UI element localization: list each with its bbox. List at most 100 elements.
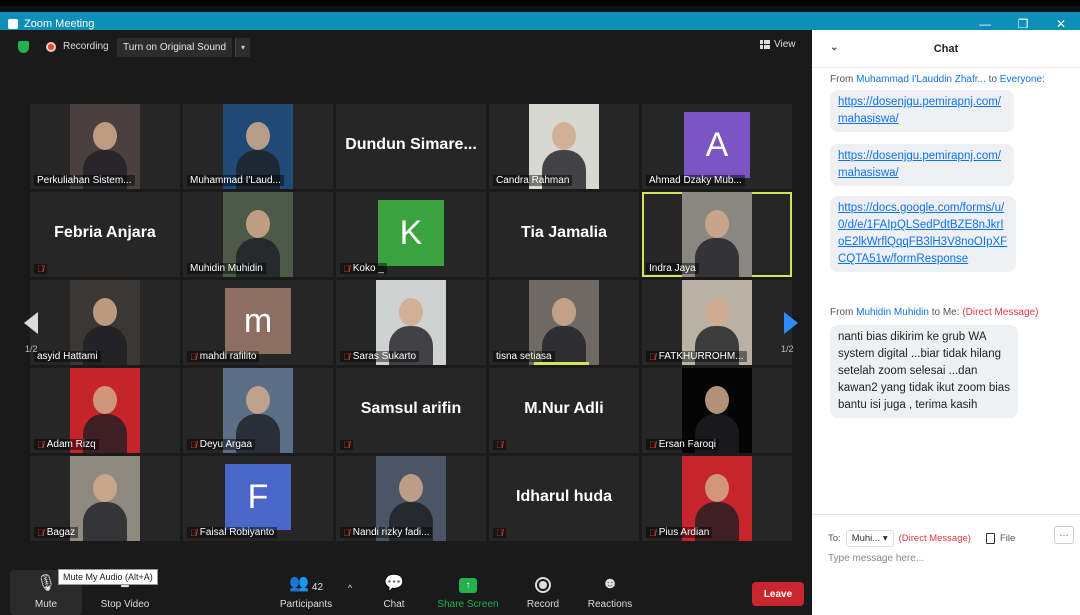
participant-name: mahdi rafilito	[199, 351, 257, 362]
participant-avatar: K	[378, 200, 444, 266]
meeting-area: Recording Turn on Original Sound ▾ View …	[0, 30, 812, 615]
participant-name-label: 🎙̸ Pius Ardian	[646, 527, 713, 538]
participant-name-label: 🎙̸ Adam Rizq	[34, 439, 99, 450]
participant-tile[interactable]: Perkuliahan Sistem...	[30, 104, 180, 189]
participant-name-label: Muhidin Muhidin	[187, 263, 266, 274]
record-icon	[535, 577, 551, 593]
participant-name-label: 🎙̸ Koko _	[340, 263, 387, 274]
participant-tile[interactable]: 🎙̸ Pius Ardian	[642, 456, 792, 541]
participants-icon: 👥 42	[288, 575, 324, 593]
participant-name: tisna setiasa	[496, 351, 552, 362]
person-silhouette	[93, 474, 117, 502]
recording-label: Recording	[63, 41, 109, 52]
recipient-select[interactable]: Muhi... ▾	[845, 530, 894, 547]
participant-tile[interactable]: Candra Rahman	[489, 104, 639, 189]
leave-button[interactable]: Leave	[752, 582, 804, 606]
participant-name: Indra Jaya	[649, 263, 696, 274]
participant-name-label: tisna setiasa	[493, 351, 555, 362]
participant-tile[interactable]: 🎙̸ Deyu Argaa	[183, 368, 333, 453]
participant-name: Bagaz	[46, 527, 76, 538]
participant-tile[interactable]: tisna setiasa	[489, 280, 639, 365]
participant-name: Koko _	[352, 263, 384, 274]
participant-name-label: Candra Rahman	[493, 175, 573, 186]
participant-tile[interactable]: 🎙̸ Bagaz	[30, 456, 180, 541]
person-silhouette	[705, 210, 729, 238]
message-link[interactable]: https://docs.google.com/forms/u/0/d/e/1F…	[838, 202, 1007, 265]
file-button[interactable]: File	[1000, 533, 1015, 544]
reactions-button[interactable]: ☻ Reactions	[584, 565, 636, 615]
share-screen-button[interactable]: ↑ Share Screen	[432, 565, 504, 615]
person-silhouette	[695, 238, 739, 277]
original-sound-dropdown[interactable]: ▾	[235, 38, 250, 57]
participant-tile[interactable]: Samsul arifin 🎙̸	[336, 368, 486, 453]
view-button[interactable]: View	[760, 39, 796, 50]
file-icon[interactable]	[985, 533, 995, 544]
record-button[interactable]: Record	[520, 565, 566, 615]
person-silhouette	[93, 298, 117, 326]
chevron-down-icon[interactable]: ⌄	[830, 42, 838, 53]
page-indicator-left: 1/2	[25, 344, 38, 354]
next-page-icon[interactable]	[784, 312, 798, 334]
chat-bubble: https://docs.google.com/forms/u/0/d/e/1F…	[830, 196, 1016, 272]
participant-name-label: 🎙̸ Deyu Argaa	[187, 439, 256, 450]
participant-tile[interactable]: 🎙̸ Nandi rizky fadi...	[336, 456, 486, 541]
participant-tile[interactable]: 🎙̸ Saras Sukarto	[336, 280, 486, 365]
participant-name-label: Ahmad Dzaky Mub...	[646, 175, 745, 186]
participant-name-label: 🎙̸ Bagaz	[34, 527, 79, 538]
muted-microphone-icon: 🎙̸	[343, 440, 350, 450]
chat-panel: ⌄ Chat From Muhammad I'Lauddin Zhafr... …	[812, 30, 1080, 615]
participant-tile[interactable]: M.Nur Adli 🎙̸	[489, 368, 639, 453]
grid-view-icon	[760, 40, 770, 49]
page-indicator-right: 1/2	[781, 344, 794, 354]
muted-microphone-icon: 🎙̸	[649, 439, 656, 450]
title-bar: Zoom Meeting — ❐ ✕	[0, 0, 1080, 36]
message-1-sender[interactable]: Muhammad I'Lauddin Zhafr...	[856, 74, 986, 85]
participant-display-name: Dundun Simare...	[345, 136, 477, 153]
more-options-button[interactable]: ···	[1054, 526, 1074, 544]
participant-name: Nandi rizky fadi...	[352, 527, 430, 538]
participant-display-name: Tia Jamalia	[521, 224, 607, 241]
participant-name-label: 🎙̸ Ersan Faroqi	[646, 439, 719, 450]
participants-caret[interactable]: ^	[342, 565, 358, 615]
message-2-sender[interactable]: Muhidin Muhidin	[856, 307, 929, 318]
muted-microphone-icon: 🎙̸	[649, 527, 656, 538]
participant-name: Perkuliahan Sistem...	[37, 175, 132, 186]
participant-name-label: 🎙̸	[34, 264, 47, 274]
participant-name: Ersan Faroqi	[658, 439, 716, 450]
shield-icon[interactable]	[18, 41, 29, 53]
prev-page-icon[interactable]	[24, 312, 38, 334]
participant-tile[interactable]: Dundun Simare...	[336, 104, 486, 189]
participant-tile[interactable]: 🎙̸ Ersan Faroqi	[642, 368, 792, 453]
participant-tile[interactable]: F 🎙̸ Faisal Robiyanto	[183, 456, 333, 541]
person-silhouette	[93, 386, 117, 414]
participant-tile[interactable]: Indra Jaya	[642, 192, 792, 277]
person-silhouette	[552, 298, 576, 326]
chat-button[interactable]: 💬 Chat	[372, 565, 416, 615]
chat-composer: To: Muhi... ▾ (Direct Message) File ···	[812, 514, 1080, 615]
participant-tile[interactable]: asyid Hattami	[30, 280, 180, 365]
participant-tile[interactable]: Idharul huda 🎙̸	[489, 456, 639, 541]
participants-button[interactable]: 👥 42 Participants	[272, 565, 340, 615]
participant-tile[interactable]: Muhammad I'Laud...	[183, 104, 333, 189]
participant-tile[interactable]: m 🎙̸ mahdi rafilito	[183, 280, 333, 365]
muted-microphone-icon: 🎙̸	[343, 351, 350, 362]
participant-name-label: 🎙̸	[493, 440, 506, 450]
message-link[interactable]: https://dosenjgu.pemirapnj.com/mahasiswa…	[838, 150, 1001, 179]
participant-tile[interactable]: 🎙̸ FATKHURROHM...	[642, 280, 792, 365]
chat-message-input[interactable]	[828, 553, 1068, 564]
muted-microphone-icon: 🎙̸	[190, 527, 197, 538]
participant-tile[interactable]: Muhidin Muhidin	[183, 192, 333, 277]
participant-display-name: Idharul huda	[516, 488, 612, 505]
chat-bubble: https://dosenjgu.pemirapnj.com/mahasiswa…	[830, 90, 1014, 132]
participant-name: Faisal Robiyanto	[199, 527, 275, 538]
message-link[interactable]: https://dosenjgu.pemirapnj.com/mahasiswa…	[838, 96, 1001, 125]
participant-tile[interactable]: A Ahmad Dzaky Mub...	[642, 104, 792, 189]
chat-bubble-icon: 💬	[384, 575, 404, 592]
participant-tile[interactable]: Tia Jamalia	[489, 192, 639, 277]
original-sound-button[interactable]: Turn on Original Sound	[117, 38, 233, 57]
participant-tile[interactable]: K 🎙̸ Koko _	[336, 192, 486, 277]
participant-name-label: Indra Jaya	[646, 263, 699, 274]
participant-tile[interactable]: 🎙̸ Adam Rizq	[30, 368, 180, 453]
participant-tile[interactable]: Febria Anjara 🎙̸	[30, 192, 180, 277]
window-title: Zoom Meeting	[24, 18, 95, 30]
